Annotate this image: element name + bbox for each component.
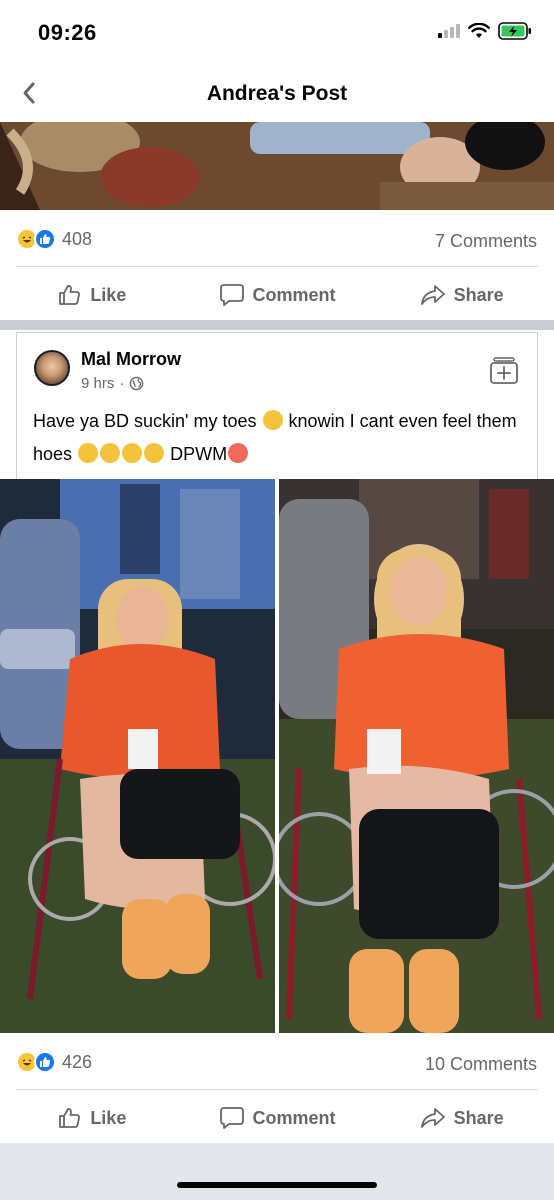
speech-bubble-icon [219,1107,244,1129]
like-reaction-icon [34,1051,56,1073]
reaction-count: 408 [62,228,93,249]
comment-label: Comment [252,284,336,305]
globe-icon [130,376,144,391]
comment-button[interactable]: Comment [185,1090,370,1146]
page-title: Andrea's Post [206,82,348,105]
save-icon [490,357,518,384]
thumbs-up-icon [59,1108,81,1128]
like-reaction-icon [34,228,56,250]
post-photo-image [0,122,554,210]
hot-face-emoji-icon [228,443,249,463]
comments-count-link[interactable]: 7 Comments [435,231,537,252]
battery-charging-icon [498,22,531,40]
blush-emoji-icon [100,443,121,463]
author-name[interactable]: Mal Morrow [81,349,181,370]
post-text: Have ya BD suckin' my toes knowin I cant… [33,405,523,471]
share-label: Share [453,284,504,305]
comment-button[interactable]: Comment [185,267,370,323]
post-text-part-3: DPWM [170,444,228,464]
shared-post-header: Mal Morrow 9 hrs · Have ya BD suckin' my… [16,332,538,479]
relieved-emoji-icon [78,443,99,463]
post-actions: Like Comment Share [0,1090,554,1146]
post-photo-right[interactable] [279,479,554,1033]
comment-label: Comment [252,1107,336,1128]
share-button[interactable]: Share [369,1090,554,1146]
comments-count-link[interactable]: 10 Comments [425,1054,537,1075]
navigation-bar: Andrea's Post [0,66,554,122]
status-time: 09:26 [38,20,97,45]
post-text-part-1: Have ya BD suckin' my toes [33,411,257,431]
like-button[interactable]: Like [0,1090,185,1146]
wifi-icon [468,23,490,38]
share-arrow-icon [420,285,445,305]
avatar[interactable] [34,350,70,386]
share-button[interactable]: Share [369,267,554,323]
thumbs-up-icon [59,285,81,305]
bottom-bar [0,1143,554,1200]
signal-icon [438,24,460,38]
post-photo-left[interactable] [0,479,275,1033]
share-label: Share [453,1107,504,1128]
reactions-summary: 408 7 Comments [0,212,554,268]
status-bar: 09:26 [0,0,554,66]
like-button[interactable]: Like [0,267,185,323]
like-label: Like [90,284,127,305]
like-label: Like [90,1107,127,1128]
home-indicator[interactable] [177,1182,377,1188]
reaction-count: 426 [62,1051,93,1072]
speech-bubble-icon [219,284,244,306]
zany-face-emoji-icon [144,443,165,463]
photo-right-image [279,479,554,1033]
share-arrow-icon [420,1108,445,1128]
post-time[interactable]: 9 hrs [81,375,114,392]
reaction-icons[interactable]: 426 [16,1051,92,1073]
save-button[interactable] [489,355,519,390]
post-separator [0,320,554,330]
photo-left-image [0,479,275,1033]
post-photo[interactable] [0,122,554,210]
post-actions: Like Comment Share [0,267,554,323]
meta-separator: · [119,375,125,392]
reaction-icons[interactable]: 408 [16,228,92,250]
post-meta: 9 hrs · [81,375,144,392]
smiling-hearts-emoji-icon [122,443,143,463]
status-icons [438,22,532,40]
relieved-emoji-icon [262,410,283,430]
reactions-summary: 426 10 Comments [0,1035,554,1091]
